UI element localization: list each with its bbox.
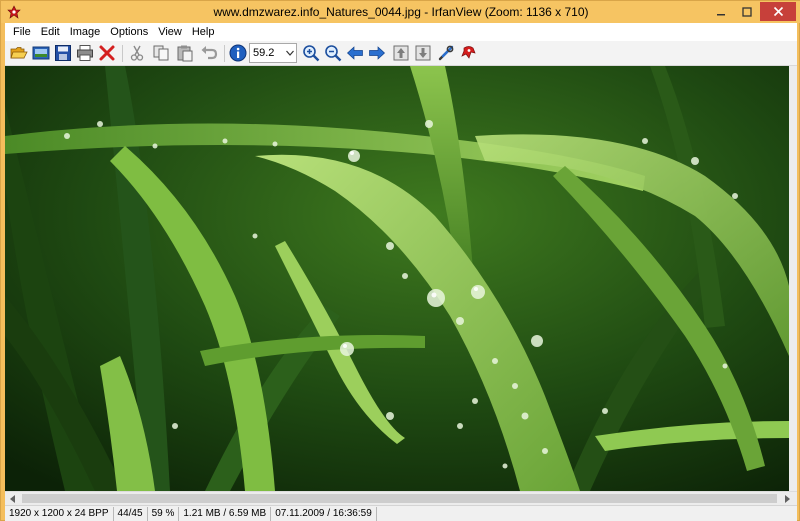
previous-icon	[346, 46, 363, 60]
image-view[interactable]	[5, 66, 789, 491]
thumbnails-icon	[32, 46, 50, 60]
maximize-icon	[742, 6, 752, 17]
zoom-in-icon	[303, 45, 320, 62]
irfanview-window: www.dmzwarez.info_Natures_0044.jpg - Irf…	[0, 0, 800, 521]
thumbnails-button[interactable]	[31, 43, 51, 63]
menu-file[interactable]: File	[8, 23, 36, 41]
save-button[interactable]	[53, 43, 73, 63]
info-button[interactable]	[228, 43, 248, 63]
status-date: 07.11.2009 / 16:36:59	[271, 506, 377, 521]
info-icon	[229, 44, 247, 62]
horizontal-scrollbar[interactable]	[5, 491, 797, 505]
vertical-scrollbar[interactable]	[789, 66, 797, 491]
delete-button[interactable]	[97, 43, 117, 63]
zoom-select[interactable]: 59.2	[249, 43, 297, 63]
chevron-down-icon[interactable]	[284, 44, 296, 62]
about-button[interactable]	[459, 43, 479, 63]
paste-button[interactable]	[175, 43, 195, 63]
zoom-in-button[interactable]	[301, 43, 321, 63]
last-file-button[interactable]	[413, 43, 433, 63]
cut-button[interactable]	[127, 43, 147, 63]
menu-edit[interactable]: Edit	[36, 23, 65, 41]
print-icon	[77, 45, 93, 61]
toolbar: 59.2	[5, 41, 797, 66]
toolbar-separator	[224, 45, 225, 62]
minimize-icon	[717, 13, 725, 15]
zoom-out-button[interactable]	[323, 43, 343, 63]
status-index: 44/45	[114, 506, 148, 521]
menu-options[interactable]: Options	[105, 23, 153, 41]
horizontal-scroll-thumb[interactable]	[22, 494, 777, 503]
next-button[interactable]	[367, 43, 387, 63]
settings-button[interactable]	[436, 43, 456, 63]
print-button[interactable]	[75, 43, 95, 63]
open-folder-icon	[10, 47, 28, 59]
cut-icon	[130, 45, 144, 61]
paste-icon	[177, 45, 193, 62]
undo-icon	[201, 46, 218, 60]
close-button[interactable]	[760, 2, 796, 21]
status-zoom: 59 %	[148, 506, 180, 521]
last-icon	[415, 45, 431, 61]
minimize-button[interactable]	[708, 2, 734, 21]
open-button[interactable]	[9, 43, 29, 63]
toolbar-separator	[122, 45, 123, 62]
zoom-value: 59.2	[253, 47, 275, 59]
undo-button[interactable]	[199, 43, 219, 63]
maximize-button[interactable]	[734, 2, 760, 21]
zoom-out-icon	[325, 45, 342, 62]
delete-icon	[99, 45, 115, 61]
first-file-button[interactable]	[391, 43, 411, 63]
menu-bar: File Edit Image Options View Help	[5, 23, 797, 41]
menu-help[interactable]: Help	[187, 23, 220, 41]
close-icon	[773, 6, 783, 17]
scroll-right-icon[interactable]	[781, 494, 793, 504]
status-size: 1.21 MB / 6.59 MB	[179, 506, 272, 521]
copy-button[interactable]	[151, 43, 171, 63]
settings-icon	[438, 45, 454, 61]
grass-photo	[5, 66, 789, 491]
status-dimensions: 1920 x 1200 x 24 BPP	[5, 506, 114, 521]
window-title: www.dmzwarez.info_Natures_0044.jpg - Irf…	[213, 5, 589, 19]
copy-icon	[153, 45, 169, 61]
scroll-left-icon[interactable]	[7, 494, 19, 504]
next-icon	[369, 46, 386, 60]
previous-button[interactable]	[345, 43, 365, 63]
menu-view[interactable]: View	[153, 23, 187, 41]
status-bar: 1920 x 1200 x 24 BPP 44/45 59 % 1.21 MB …	[5, 505, 797, 521]
save-icon	[55, 45, 71, 61]
title-bar[interactable]: www.dmzwarez.info_Natures_0044.jpg - Irf…	[1, 1, 800, 23]
menu-image[interactable]: Image	[65, 23, 106, 41]
about-icon	[461, 46, 476, 59]
first-icon	[393, 45, 409, 61]
